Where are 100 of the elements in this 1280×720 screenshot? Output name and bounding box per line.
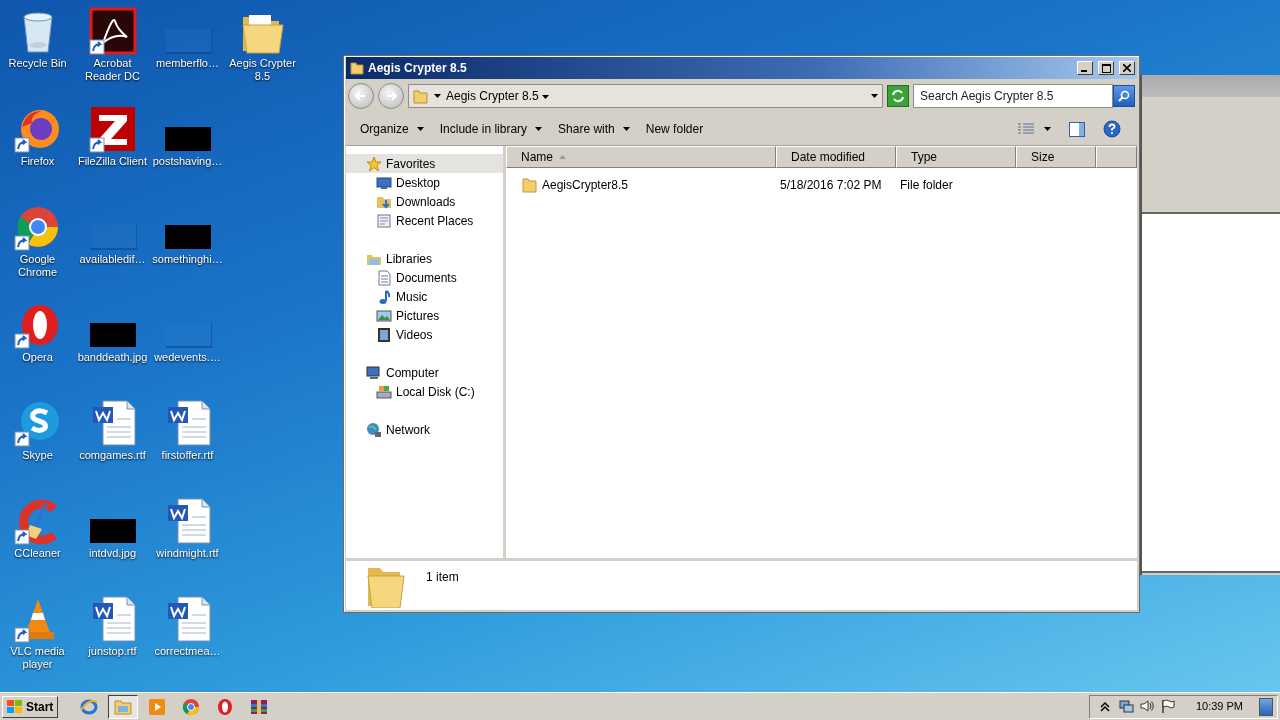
icon-label: Firefox — [20, 155, 55, 168]
icon-label: comgames.rtf — [79, 449, 146, 462]
toolbar-button[interactable]: Include in library — [431, 117, 551, 141]
maximize-button[interactable] — [1098, 61, 1114, 75]
close-icon — [1123, 64, 1131, 72]
nav-item[interactable]: Videos — [346, 325, 503, 344]
back-arrow-icon — [355, 90, 367, 102]
caret-icon — [416, 127, 424, 131]
folder-icon — [350, 61, 364, 75]
caret-icon — [1044, 127, 1051, 131]
nav-item[interactable]: Local Disk (C:) — [346, 382, 503, 401]
nav-item[interactable]: Downloads — [346, 192, 503, 211]
icon-label: Recycle Bin — [8, 57, 67, 70]
search-icon — [1118, 90, 1130, 102]
forward-button[interactable] — [378, 83, 404, 109]
monitor-icon — [376, 174, 392, 191]
nav-item[interactable]: Documents — [346, 268, 503, 287]
clock[interactable]: 10:39 PM — [1195, 698, 1243, 715]
address-bar[interactable]: Aegis Crypter 8.5 — [408, 84, 883, 108]
network-icon — [366, 421, 382, 438]
icon-label: Google Chrome — [16, 253, 59, 279]
icon-label: Opera — [22, 351, 53, 364]
refresh-button[interactable] — [887, 85, 909, 107]
taskbar-button[interactable] — [108, 694, 139, 719]
search-button[interactable] — [1113, 85, 1135, 107]
help-button[interactable] — [1101, 118, 1123, 140]
document-icon — [376, 269, 392, 286]
icon-label: FileZilla Client — [77, 155, 148, 168]
chat-icon[interactable] — [13, 399, 62, 447]
toolbar-button[interactable]: Share with — [550, 117, 638, 141]
icon-label: postshaving… — [152, 155, 223, 168]
nav-item[interactable]: Desktop — [346, 173, 503, 192]
view-dropdown[interactable] — [1042, 125, 1053, 133]
breadcrumb[interactable]: Aegis Crypter 8.5 — [446, 87, 866, 105]
icon-label: Acrobat Reader DC — [84, 57, 141, 83]
minimize-button[interactable] — [1077, 61, 1093, 75]
caret-icon — [871, 94, 878, 98]
nav-item[interactable]: Music — [346, 287, 503, 306]
nav-item[interactable]: Recent Places — [346, 211, 503, 230]
close-button[interactable] — [1119, 61, 1135, 75]
icon-label: VLC media player — [9, 645, 66, 671]
column-header[interactable]: Size — [1016, 146, 1096, 168]
caret-icon — [535, 127, 543, 131]
icon-label: CCleaner — [14, 547, 61, 560]
browser-icon — [80, 697, 99, 716]
forward-arrow-icon — [385, 90, 397, 102]
column-header[interactable]: Name — [506, 146, 776, 168]
folder-icon — [413, 88, 429, 104]
icon-label: availabledif… — [79, 253, 146, 266]
column-header[interactable]: Type — [896, 146, 1016, 168]
film-icon — [376, 326, 392, 343]
nav-item[interactable]: Favorites — [346, 154, 503, 173]
folder-icon — [522, 177, 538, 193]
preview-pane-button[interactable] — [1067, 119, 1087, 139]
icon-label: banddeath.jpg — [77, 351, 148, 364]
media-player-icon — [148, 697, 167, 716]
icon-label: windmight.rtf — [156, 547, 219, 560]
column-header[interactable]: Date modified — [776, 146, 896, 168]
flag-icon[interactable] — [1160, 699, 1176, 714]
sort-arrow-icon — [559, 155, 566, 159]
document-reader-icon[interactable] — [88, 7, 137, 55]
speaker-icon[interactable] — [1139, 699, 1155, 714]
ftp-client-icon[interactable] — [88, 105, 137, 153]
icon-label: wedevents.… — [154, 351, 221, 364]
recent-icon — [376, 212, 392, 229]
archive-icon — [250, 697, 269, 716]
caret-icon — [434, 94, 441, 98]
windows-logo-icon — [7, 699, 23, 714]
network-icon[interactable] — [1118, 699, 1134, 714]
date-cell-text: 5/18/2016 7:02 PM — [779, 177, 883, 194]
icon-label: intdvd.jpg — [88, 547, 137, 560]
icon-label: correctmea… — [154, 645, 221, 658]
file-name[interactable]: AegisCrypter8.5 — [542, 176, 629, 194]
window-title: Aegis Crypter 8.5 — [368, 60, 468, 77]
nav-item[interactable]: Computer — [346, 363, 503, 382]
browser-icon — [216, 697, 235, 716]
caret-icon — [622, 127, 630, 131]
item-count: 1 item — [426, 569, 459, 586]
icon-label: Aegis Crypter 8.5 — [228, 57, 297, 83]
back-button[interactable] — [348, 83, 374, 109]
music-note-icon — [376, 288, 392, 305]
star-icon — [366, 155, 382, 172]
start-button[interactable]: Start — [2, 695, 59, 718]
show-desktop-button[interactable] — [1259, 697, 1273, 716]
nav-item[interactable]: Libraries — [346, 249, 503, 268]
icon-label: somethinghi… — [152, 253, 223, 266]
nav-item[interactable]: Network — [346, 420, 503, 439]
folder-icon — [114, 697, 133, 716]
icon-label: junstop.rtf — [88, 645, 137, 658]
toolbar-button[interactable]: Organize — [352, 117, 432, 141]
disk-icon — [376, 383, 392, 400]
toolbar-button[interactable]: New folder — [637, 117, 712, 141]
picture-icon — [376, 307, 392, 324]
computer-icon — [366, 364, 382, 381]
caret-icon — [542, 94, 550, 99]
icon-label: memberflo… — [156, 57, 219, 70]
search-field[interactable]: Search Aegis Crypter 8.5 — [913, 84, 1113, 108]
nav-item[interactable]: Pictures — [346, 306, 503, 325]
browser-icon — [182, 697, 201, 716]
type-cell-text: File folder — [899, 177, 954, 194]
